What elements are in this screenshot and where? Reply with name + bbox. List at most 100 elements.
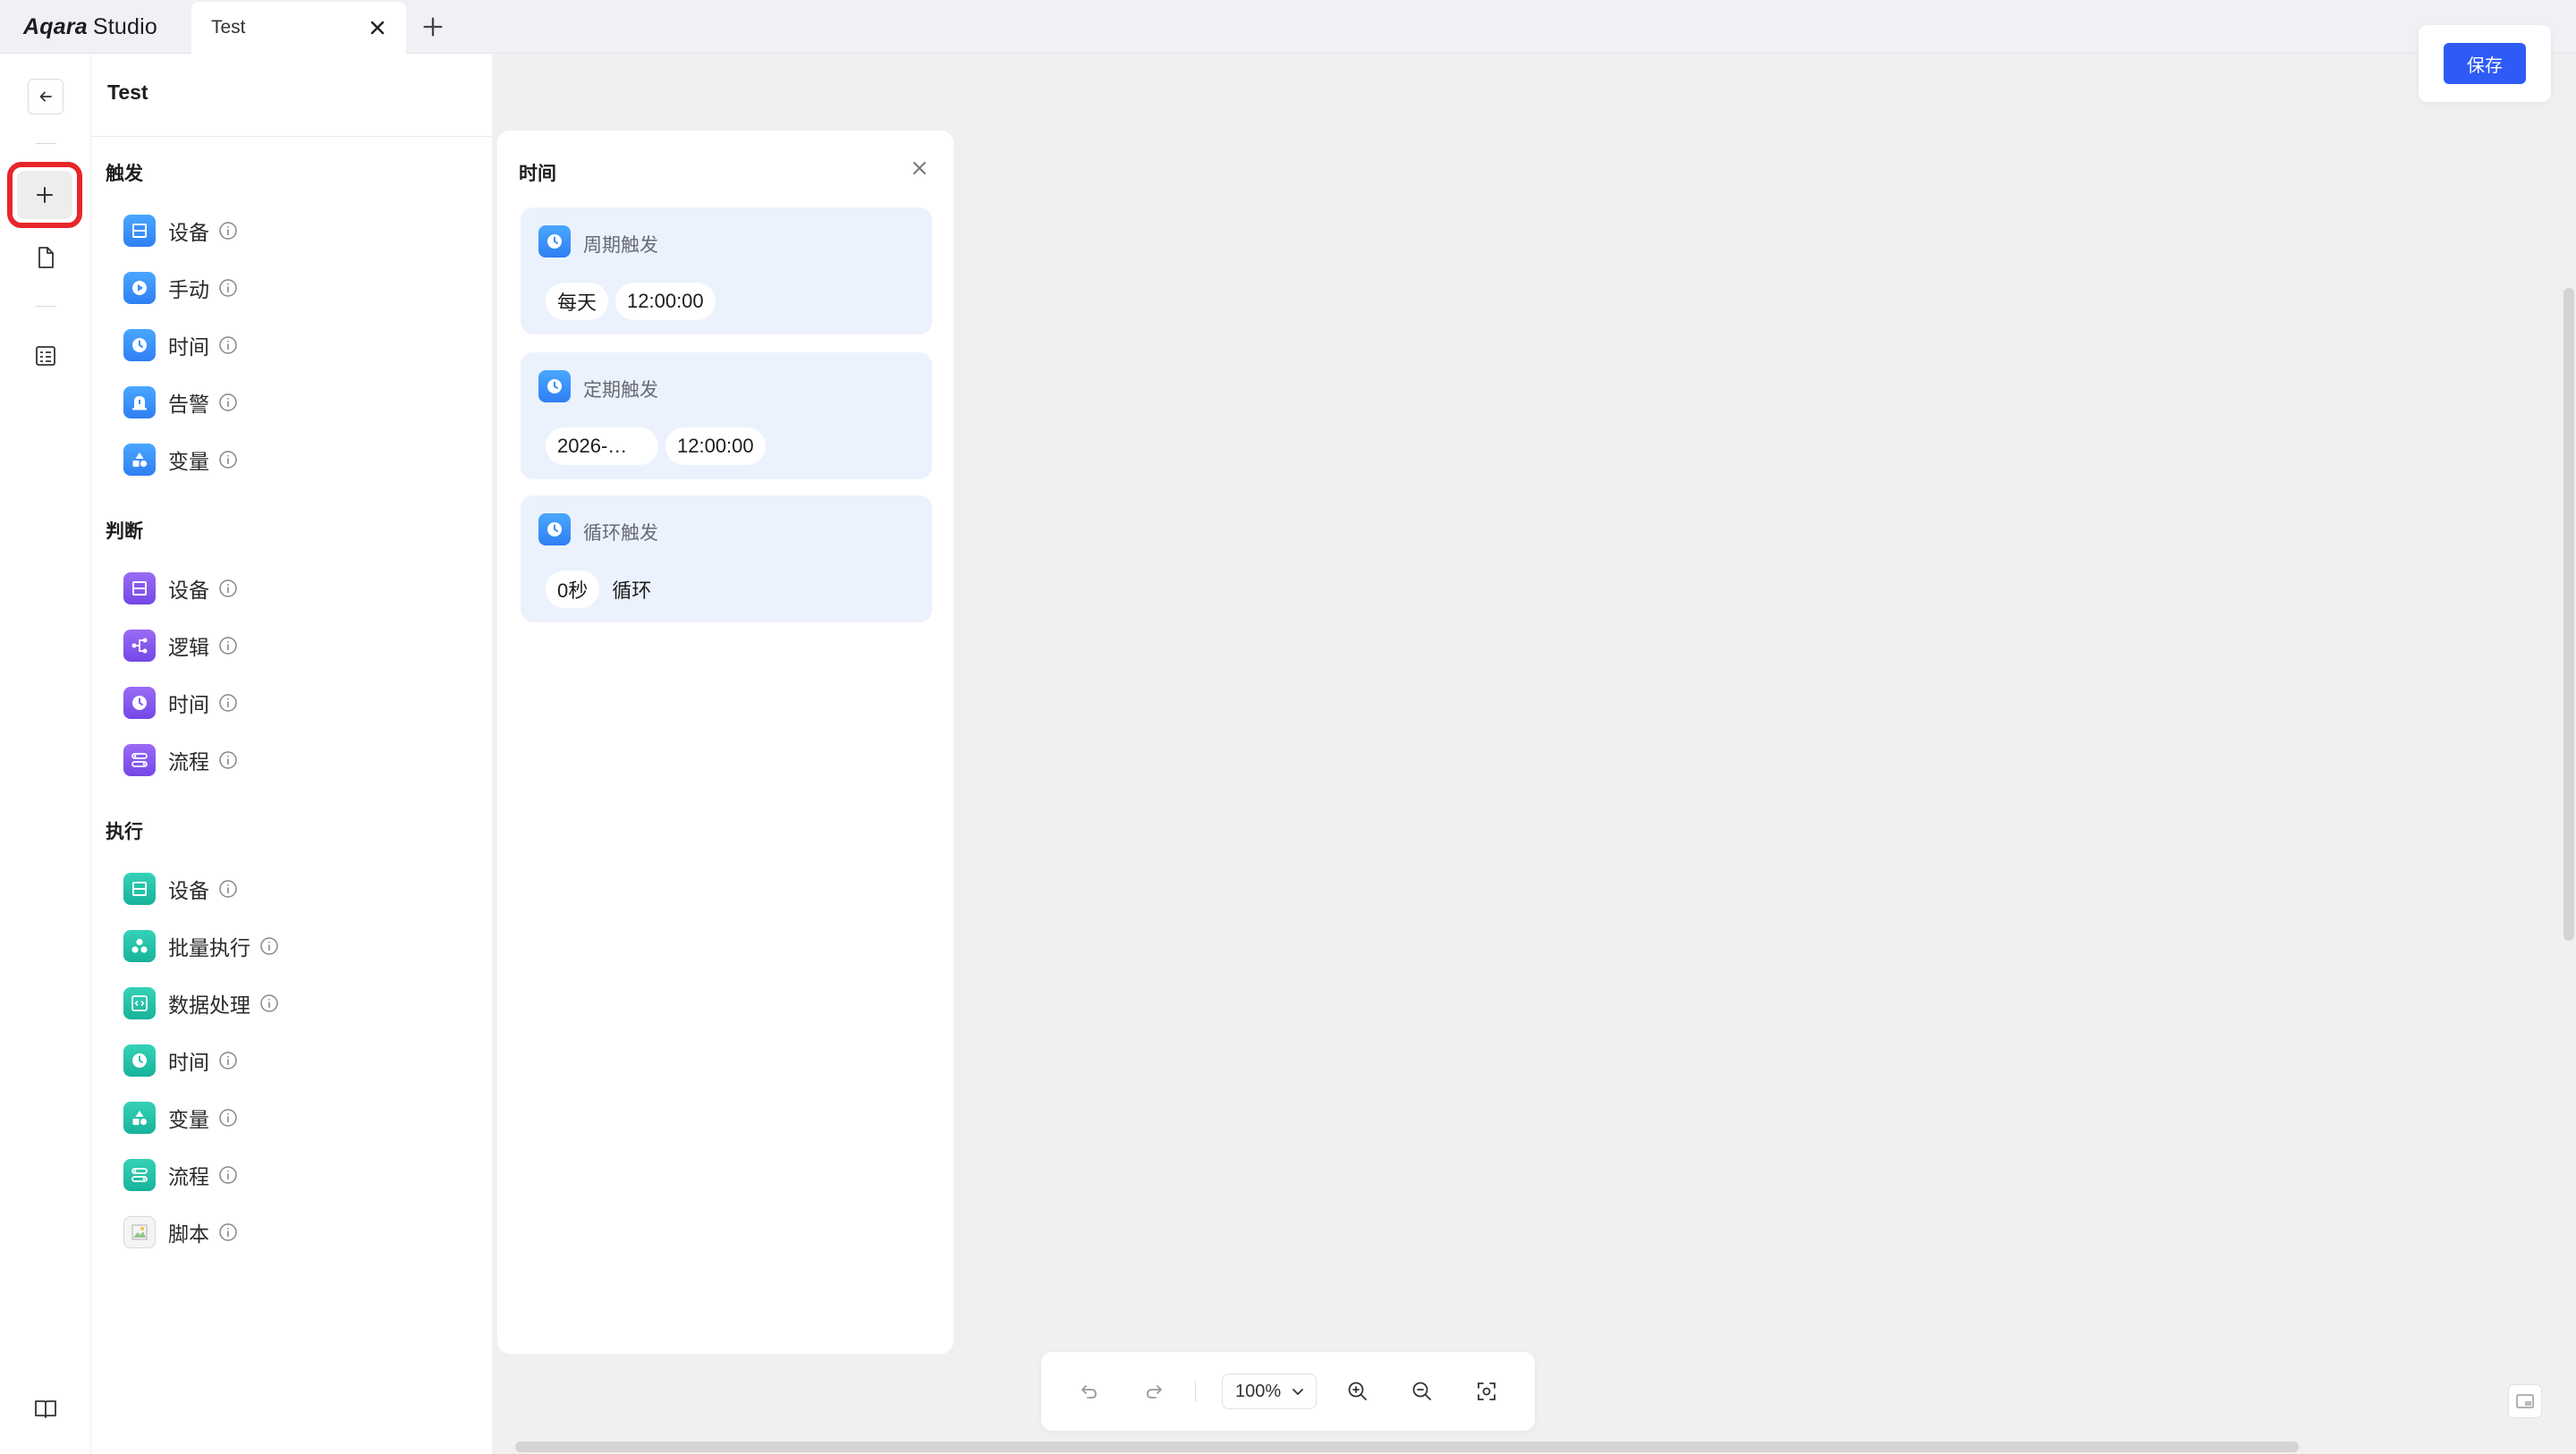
node-label: 变量: [168, 450, 209, 473]
action-data-processing-item[interactable]: 数据处理: [123, 984, 279, 1023]
time-pill[interactable]: 12:00:00: [665, 427, 766, 465]
action-variable-item[interactable]: 变量: [123, 1098, 238, 1137]
node-label: 脚本: [168, 1222, 209, 1246]
document-button[interactable]: [30, 241, 62, 274]
scheduled-trigger-card[interactable]: 定期触发 2026-… 12:00:00: [521, 352, 932, 479]
node-label: 设备: [168, 879, 209, 902]
trigger-device-item[interactable]: 设备: [123, 211, 238, 250]
trigger-alarm-item[interactable]: 告警: [123, 383, 238, 422]
add-tab-icon[interactable]: [420, 14, 445, 39]
action-batch-item[interactable]: 批量执行: [123, 926, 279, 966]
info-icon[interactable]: [218, 393, 238, 412]
card-values: 0秒 循环: [546, 571, 657, 608]
time-pill[interactable]: 12:00:00: [615, 283, 716, 320]
action-time-item[interactable]: 时间: [123, 1041, 238, 1080]
node-label: 时间: [168, 693, 209, 716]
zoom-in-button[interactable]: [1342, 1375, 1374, 1408]
node-label: 流程: [168, 750, 209, 773]
save-button[interactable]: 保存: [2444, 43, 2526, 84]
time-node-panel: 时间 周期触发 每天 12:00:00 定期触发 2026-… 12:00:00…: [497, 131, 953, 1354]
close-icon[interactable]: [909, 157, 930, 179]
loop-trigger-card[interactable]: 循环触发 0秒 循环: [521, 495, 932, 622]
close-icon[interactable]: [367, 17, 388, 38]
clock-icon: [123, 1044, 156, 1077]
info-icon[interactable]: [218, 1165, 238, 1185]
info-icon[interactable]: [259, 993, 279, 1013]
section-trigger-title: 触发: [106, 164, 143, 184]
redo-button[interactable]: [1138, 1375, 1170, 1408]
divider: [91, 136, 492, 137]
condition-time-item[interactable]: 时间: [123, 683, 238, 723]
logo-brand: Aqara: [23, 13, 88, 39]
node-label: 逻辑: [168, 636, 209, 659]
device-icon: [123, 873, 156, 905]
device-icon: [123, 215, 156, 247]
shapes-icon: [123, 1102, 156, 1134]
info-icon[interactable]: [218, 750, 238, 770]
undo-button[interactable]: [1073, 1375, 1106, 1408]
node-label: 告警: [168, 393, 209, 416]
info-icon[interactable]: [218, 579, 238, 598]
minimap-button[interactable]: [2508, 1384, 2542, 1418]
branch-icon: [123, 630, 156, 662]
logo-product: Studio: [92, 13, 157, 39]
save-container: 保存: [2419, 25, 2551, 102]
play-icon: [123, 272, 156, 304]
back-arrow-icon: [39, 91, 52, 102]
info-icon[interactable]: [218, 1051, 238, 1070]
card-values: 2026-… 12:00:00: [546, 427, 766, 465]
node-label: 流程: [168, 1165, 209, 1188]
node-label: 数据处理: [168, 993, 250, 1017]
interval-pill[interactable]: 0秒: [546, 571, 600, 608]
periodic-trigger-card[interactable]: 周期触发 每天 12:00:00: [521, 207, 932, 334]
node-panel: Test 触发 设备 手动 时间 告警 变量 判断 设备 逻辑 时间 流程 执行…: [91, 54, 492, 1454]
info-icon[interactable]: [218, 1222, 238, 1242]
info-icon[interactable]: [218, 693, 238, 713]
flow-title: Test: [107, 80, 148, 104]
trigger-variable-item[interactable]: 变量: [123, 440, 238, 479]
add-node-button[interactable]: [7, 162, 82, 228]
zoom-value: 100%: [1235, 1381, 1282, 1401]
action-script-item[interactable]: 脚本: [123, 1213, 238, 1252]
vertical-scrollbar[interactable]: [2563, 288, 2574, 941]
tab-label: Test: [211, 17, 246, 38]
canvas-toolbar: 100%: [1041, 1352, 1535, 1431]
tab-test[interactable]: Test: [191, 2, 406, 54]
condition-flow-item[interactable]: 流程: [123, 740, 238, 780]
fit-view-button[interactable]: [1470, 1375, 1503, 1408]
zoom-out-button[interactable]: [1406, 1375, 1438, 1408]
horizontal-scrollbar[interactable]: [515, 1441, 2299, 1452]
action-flow-item[interactable]: 流程: [123, 1155, 238, 1195]
broken-image-icon: [123, 1216, 156, 1248]
zoom-select[interactable]: 100%: [1222, 1374, 1317, 1409]
code-icon: [123, 987, 156, 1019]
info-icon[interactable]: [218, 278, 238, 298]
condition-logic-item[interactable]: 逻辑: [123, 626, 238, 665]
info-icon[interactable]: [218, 636, 238, 655]
card-values: 每天 12:00:00: [546, 283, 716, 320]
info-icon[interactable]: [218, 1108, 238, 1128]
info-icon[interactable]: [259, 936, 279, 956]
docs-button[interactable]: [30, 1393, 62, 1425]
table-button[interactable]: [30, 340, 62, 372]
panel-title: 时间: [519, 164, 556, 184]
condition-device-item[interactable]: 设备: [123, 569, 238, 608]
info-icon[interactable]: [218, 450, 238, 469]
rail-divider: [36, 306, 55, 307]
info-icon[interactable]: [218, 335, 238, 355]
add-node-button-bg: [17, 171, 72, 219]
frequency-pill[interactable]: 每天: [546, 283, 609, 320]
back-button[interactable]: [28, 79, 64, 114]
clock-icon: [538, 513, 571, 545]
trigger-manual-item[interactable]: 手动: [123, 268, 238, 308]
date-pill[interactable]: 2026-…: [546, 427, 658, 465]
info-icon[interactable]: [218, 221, 238, 241]
trigger-time-item[interactable]: 时间: [123, 325, 238, 365]
node-label: 时间: [168, 335, 209, 359]
section-action-title: 执行: [106, 822, 143, 842]
node-label: 设备: [168, 221, 209, 244]
info-icon[interactable]: [218, 879, 238, 899]
device-icon: [123, 572, 156, 604]
minimap-icon: [2516, 1394, 2534, 1408]
action-device-item[interactable]: 设备: [123, 869, 238, 909]
